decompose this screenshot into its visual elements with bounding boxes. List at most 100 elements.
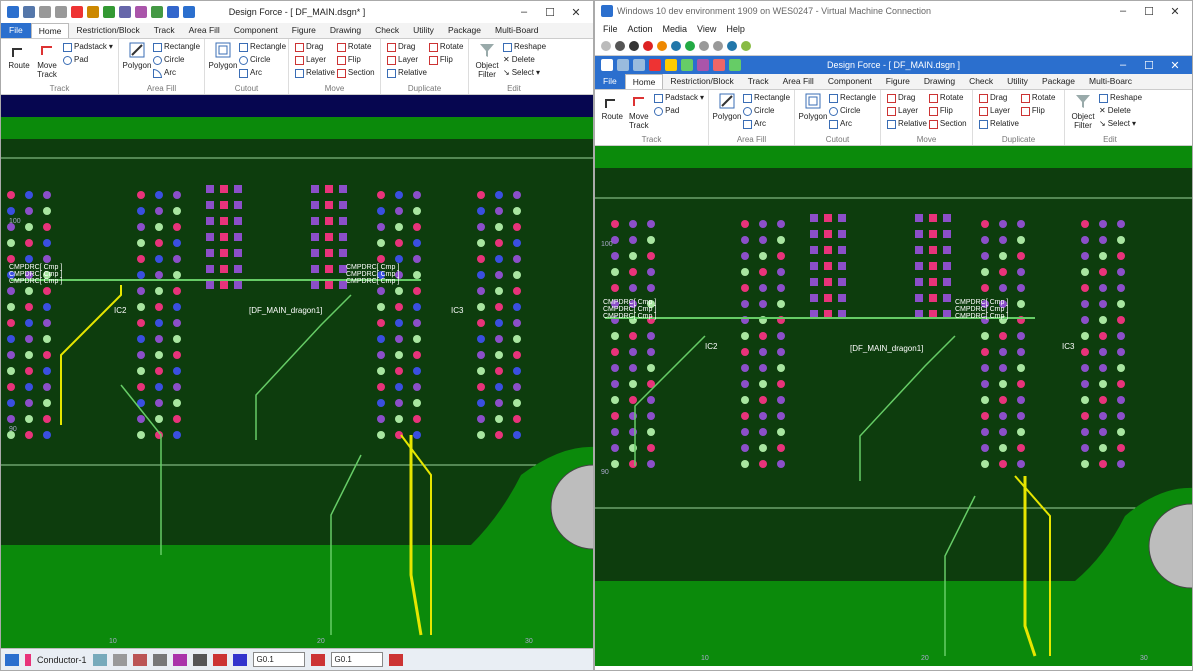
dup-rotate-button[interactable]: Rotate bbox=[428, 41, 463, 53]
toolbar-icon[interactable] bbox=[152, 653, 167, 666]
turn-off-icon[interactable] bbox=[629, 41, 639, 51]
tab-utility[interactable]: Utility bbox=[1000, 74, 1035, 89]
padstack-button[interactable]: Padstack ▾ bbox=[63, 41, 113, 53]
object-filter-button[interactable]: Object Filter bbox=[473, 41, 501, 82]
tool-icon[interactable] bbox=[681, 59, 693, 71]
shutdown-icon[interactable] bbox=[643, 41, 653, 51]
delete-button[interactable]: ✕ Delete bbox=[1099, 105, 1142, 117]
reshape-button[interactable]: Reshape bbox=[1099, 92, 1142, 104]
tab-restriction-block[interactable]: Restriction/Block bbox=[663, 74, 740, 89]
toolbar-icon[interactable] bbox=[192, 653, 207, 666]
object-filter-button[interactable]: Object Filter bbox=[1069, 92, 1097, 133]
undo-icon[interactable] bbox=[633, 59, 645, 71]
dup-drag-button[interactable]: Drag bbox=[387, 41, 427, 53]
move-flip-button[interactable]: Flip bbox=[336, 54, 375, 66]
close-button[interactable]: ✕ bbox=[1162, 59, 1188, 72]
move-rotate-button[interactable]: Rotate bbox=[336, 41, 375, 53]
rectangle-button[interactable]: Rectangle bbox=[743, 92, 790, 104]
tool-icon[interactable] bbox=[151, 6, 163, 18]
toolbar-icon[interactable] bbox=[112, 653, 127, 666]
toolbar-icon[interactable] bbox=[232, 653, 247, 666]
select-button[interactable]: ↘ Select ▾ bbox=[503, 67, 546, 79]
dup-layer-button[interactable]: Layer bbox=[979, 105, 1019, 117]
tool-icon[interactable] bbox=[71, 6, 83, 18]
tool-icon[interactable] bbox=[729, 59, 741, 71]
dup-relative-button[interactable]: Relative bbox=[387, 67, 427, 79]
tool-icon[interactable] bbox=[649, 59, 661, 71]
resume-icon[interactable] bbox=[685, 41, 695, 51]
tool-icon[interactable] bbox=[135, 6, 147, 18]
move-relative-button[interactable]: Relative bbox=[887, 118, 927, 130]
tab-multi-board[interactable]: Multi-Board bbox=[488, 23, 545, 38]
tab-figure[interactable]: Figure bbox=[285, 23, 323, 38]
maximize-button[interactable]: ☐ bbox=[1136, 5, 1162, 18]
tab-drawing[interactable]: Drawing bbox=[323, 23, 368, 38]
polygon-button[interactable]: Polygon bbox=[123, 41, 151, 82]
move-layer-button[interactable]: Layer bbox=[295, 54, 335, 66]
tool-icon[interactable] bbox=[665, 59, 677, 71]
cutout-circle-button[interactable]: Circle bbox=[239, 54, 286, 66]
close-button[interactable]: ✕ bbox=[1162, 5, 1188, 18]
checkpoint-icon[interactable] bbox=[699, 41, 709, 51]
arc-button[interactable]: Arc bbox=[153, 67, 200, 79]
ctrl-alt-del-icon[interactable] bbox=[601, 41, 611, 51]
move-layer-button[interactable]: Layer bbox=[887, 105, 927, 117]
dup-rotate-button[interactable]: Rotate bbox=[1020, 92, 1055, 104]
close-button[interactable]: ✕ bbox=[563, 6, 589, 19]
circle-button[interactable]: Circle bbox=[153, 54, 200, 66]
tab-restriction-block[interactable]: Restriction/Block bbox=[69, 23, 146, 38]
save-icon[interactable] bbox=[23, 6, 35, 18]
move-flip-button[interactable]: Flip bbox=[928, 105, 967, 117]
move-track-button[interactable]: Move Track bbox=[626, 92, 653, 133]
tab-area-fill[interactable]: Area Fill bbox=[776, 74, 821, 89]
maximize-button[interactable]: ☐ bbox=[1136, 59, 1162, 72]
tab-check[interactable]: Check bbox=[368, 23, 406, 38]
save-state-icon[interactable] bbox=[657, 41, 667, 51]
view-icon[interactable] bbox=[5, 653, 19, 666]
route-button[interactable]: Route bbox=[599, 92, 626, 133]
share-icon[interactable] bbox=[741, 41, 751, 51]
tab-home[interactable]: Home bbox=[30, 23, 70, 38]
grid-icon[interactable] bbox=[310, 653, 325, 666]
move-drag-button[interactable]: Drag bbox=[295, 41, 335, 53]
start-icon[interactable] bbox=[615, 41, 625, 51]
move-section-button[interactable]: Section bbox=[336, 67, 375, 79]
undo-icon[interactable] bbox=[39, 6, 51, 18]
left-board-canvas[interactable]: IC2 IC3 [DF_MAIN_dragon1] CMPDRC[ Cmp ] … bbox=[1, 95, 593, 649]
right-board-canvas[interactable]: IC2 IC3 [DF_MAIN_dragon1] CMPDRC[ Cmp ] … bbox=[595, 146, 1192, 666]
cutout-polygon-button[interactable]: Polygon bbox=[209, 41, 237, 82]
active-layer[interactable]: Conductor-1 bbox=[37, 655, 87, 665]
vm-menu-view[interactable]: View bbox=[697, 24, 716, 34]
cutout-circle-button[interactable]: Circle bbox=[829, 105, 876, 117]
tool-icon[interactable] bbox=[167, 6, 179, 18]
vm-menu-media[interactable]: Media bbox=[663, 24, 688, 34]
revert-icon[interactable] bbox=[713, 41, 723, 51]
toolbar-icon[interactable] bbox=[172, 653, 187, 666]
pause-icon[interactable] bbox=[671, 41, 681, 51]
toolbar-icon[interactable] bbox=[388, 653, 403, 666]
dup-flip-button[interactable]: Flip bbox=[428, 54, 464, 66]
grid-combo-2[interactable]: G0.1 bbox=[330, 652, 383, 667]
dup-relative-button[interactable]: Relative bbox=[979, 118, 1019, 130]
cutout-rectangle-button[interactable]: Rectangle bbox=[829, 92, 876, 104]
vm-menu-file[interactable]: File bbox=[603, 24, 618, 34]
tab-file[interactable]: File bbox=[595, 74, 625, 89]
move-section-button[interactable]: Section bbox=[928, 118, 967, 130]
pad-button[interactable]: Pad bbox=[63, 54, 113, 66]
tab-file[interactable]: File bbox=[1, 23, 31, 38]
grid-combo-1[interactable]: G0.1 bbox=[252, 652, 305, 667]
tab-component[interactable]: Component bbox=[821, 74, 879, 89]
redo-icon[interactable] bbox=[55, 6, 67, 18]
save-icon[interactable] bbox=[617, 59, 629, 71]
maximize-button[interactable]: ☐ bbox=[537, 6, 563, 19]
minimize-button[interactable]: – bbox=[511, 6, 537, 18]
vm-menu-help[interactable]: Help bbox=[726, 24, 745, 34]
cutout-arc-button[interactable]: Arc bbox=[239, 67, 286, 79]
tab-utility[interactable]: Utility bbox=[406, 23, 441, 38]
vm-menu-action[interactable]: Action bbox=[628, 24, 653, 34]
move-track-button[interactable]: Move Track bbox=[33, 41, 61, 82]
cutout-arc-button[interactable]: Arc bbox=[829, 118, 876, 130]
tab-figure[interactable]: Figure bbox=[879, 74, 917, 89]
minimize-button[interactable]: – bbox=[1110, 59, 1136, 71]
circle-button[interactable]: Circle bbox=[743, 105, 790, 117]
